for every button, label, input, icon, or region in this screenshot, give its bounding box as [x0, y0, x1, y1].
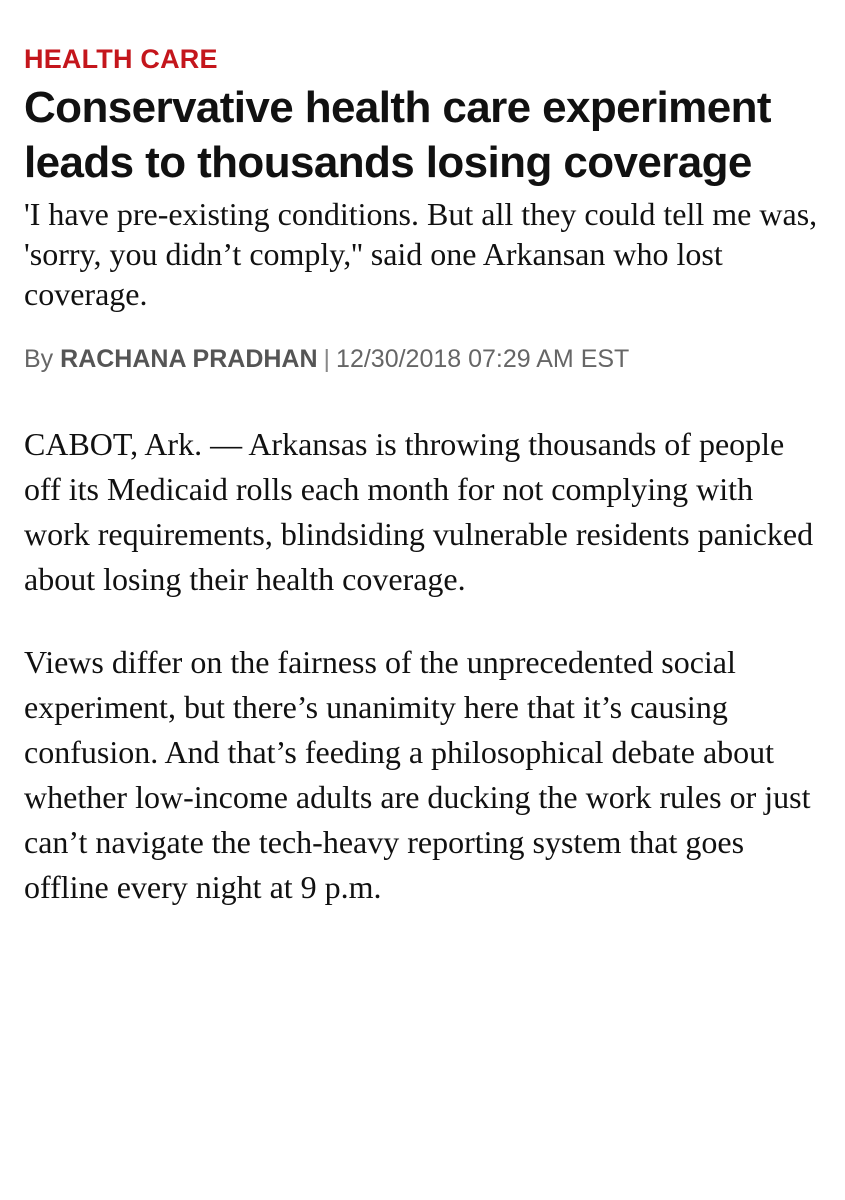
- author-link[interactable]: RACHANA PRADHAN: [60, 345, 317, 373]
- publish-timestamp: 12/30/2018 07:29 AM EST: [336, 345, 630, 373]
- article: HEALTH CARE Conservative health care exp…: [24, 44, 824, 910]
- article-paragraph: Views differ on the fairness of the unpr…: [24, 644, 811, 905]
- section-link[interactable]: HEALTH CARE: [24, 44, 824, 74]
- article-subheadline: 'I have pre-existing conditions. But all…: [24, 196, 818, 312]
- article-paragraph: CABOT, Ark. — Arkansas is throwing thous…: [24, 426, 814, 597]
- byline-separator: |: [323, 345, 331, 373]
- byline-prefix: By: [24, 345, 54, 373]
- article-headline: Conservative health care experiment lead…: [24, 83, 772, 187]
- byline: By RACHANA PRADHAN | 12/30/2018 07:29 AM E…: [24, 344, 824, 374]
